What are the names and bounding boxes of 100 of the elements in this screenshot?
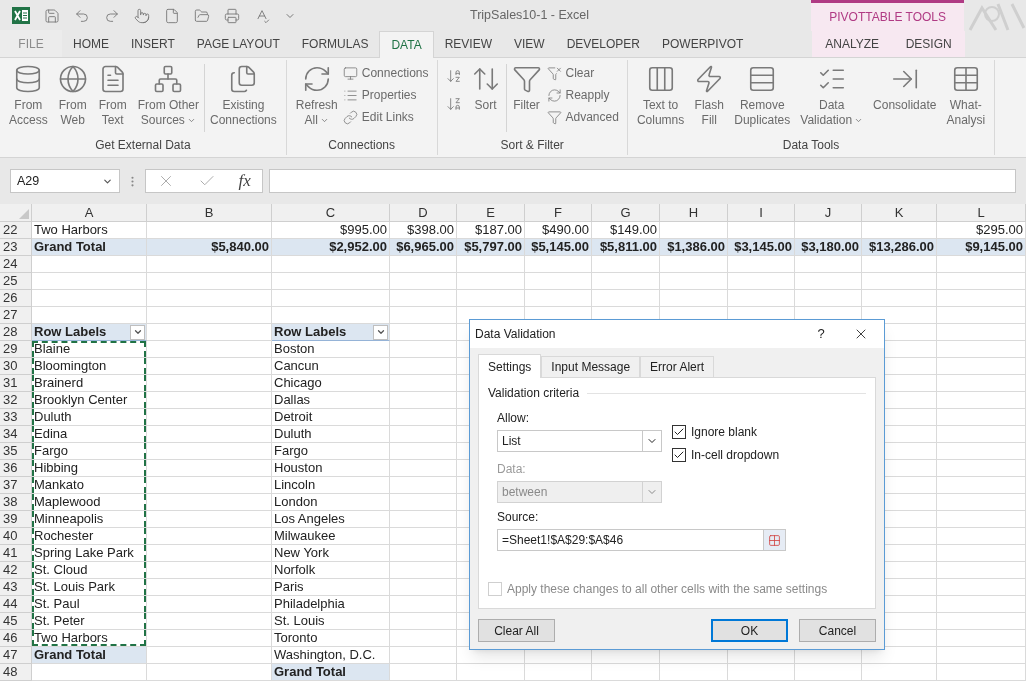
row-number[interactable]: 23	[0, 239, 32, 256]
spell-check-icon[interactable]	[254, 7, 270, 24]
column-header[interactable]: J	[795, 204, 862, 222]
row-number[interactable]: 22	[0, 222, 32, 239]
row-number[interactable]: 40	[0, 528, 32, 545]
ribbon-tab[interactable]: POWERPIVOT	[651, 30, 755, 57]
empty-cell	[795, 256, 862, 273]
redo-icon[interactable]	[104, 7, 120, 24]
row-number[interactable]: 26	[0, 290, 32, 307]
select-all-icon[interactable]	[19, 209, 29, 219]
row-number[interactable]: 30	[0, 358, 32, 375]
ribbon-tab[interactable]: DEVELOPER	[555, 30, 651, 57]
printer-icon[interactable]	[224, 7, 240, 24]
ribbon-button[interactable]: Text to Columns	[631, 60, 690, 136]
ribbon-small-button[interactable]: Clear	[546, 64, 619, 82]
row-number[interactable]: 45	[0, 613, 32, 630]
sort-descending-icon[interactable]	[445, 96, 462, 112]
ribbon-tab[interactable]: HOME	[62, 30, 120, 57]
hand-pointer-icon[interactable]	[134, 7, 150, 24]
spreadsheet-logo-icon[interactable]	[12, 7, 30, 24]
undo-icon[interactable]	[74, 7, 90, 24]
row-number[interactable]: 31	[0, 375, 32, 392]
row-number[interactable]: 38	[0, 494, 32, 511]
row-number[interactable]: 29	[0, 341, 32, 358]
dialog-button[interactable]: Clear All	[478, 619, 555, 642]
ribbon-button[interactable]: From Web	[52, 60, 93, 136]
row-number[interactable]: 34	[0, 426, 32, 443]
ribbon-button[interactable]: From Access	[4, 60, 53, 136]
ribbon-button[interactable]: Data Validation	[795, 60, 869, 136]
column-header[interactable]: G	[592, 204, 660, 222]
ribbon-tab[interactable]: VIEW	[503, 30, 556, 57]
ribbon-button[interactable]: Sort	[465, 60, 506, 136]
ribbon-button[interactable]: Flash Fill	[689, 60, 730, 136]
row-number[interactable]: 32	[0, 392, 32, 409]
row-number[interactable]: 39	[0, 511, 32, 528]
ribbon-tab[interactable]: ANALYZE	[814, 30, 891, 57]
column-header[interactable]: D	[390, 204, 457, 222]
formula-input-field[interactable]	[269, 169, 1016, 193]
ribbon-small-button[interactable]: Advanced	[546, 108, 619, 126]
row-number[interactable]: 24	[0, 256, 32, 273]
ribbon-small-button[interactable]: Reapply	[546, 86, 619, 104]
dialog-tab[interactable]: Input Message	[541, 356, 641, 377]
name-box[interactable]: A29	[10, 169, 120, 193]
row-number[interactable]: 27	[0, 307, 32, 324]
ribbon-button[interactable]: Filter	[506, 60, 547, 136]
ribbon-small-button[interactable]: Connections	[342, 64, 429, 82]
ribbon-button[interactable]: Consolidate	[868, 60, 942, 136]
column-header[interactable]: K	[862, 204, 937, 222]
ribbon-button[interactable]: From Other Sources	[132, 60, 205, 136]
source-field[interactable]: =Sheet1!$A$29:$A$46	[497, 529, 786, 551]
save-icon[interactable]	[44, 7, 60, 24]
row-number[interactable]: 25	[0, 273, 32, 290]
dialog-tab[interactable]: Settings	[478, 354, 542, 378]
row-number[interactable]: 41	[0, 545, 32, 562]
sort-ascending-icon[interactable]	[445, 68, 462, 84]
column-header[interactable]: H	[660, 204, 728, 222]
ribbon-button[interactable]: What- Analysi	[941, 60, 991, 136]
row-number[interactable]: 28	[0, 324, 32, 341]
range-picker-icon[interactable]	[763, 530, 785, 550]
row-number[interactable]: 37	[0, 477, 32, 494]
row-number[interactable]: 35	[0, 443, 32, 460]
new-file-icon[interactable]	[164, 7, 180, 24]
row-number[interactable]: 43	[0, 579, 32, 596]
ribbon-button[interactable]: From Text	[92, 60, 133, 136]
column-header[interactable]: A	[32, 204, 147, 222]
checkbox[interactable]	[672, 448, 686, 462]
allow-dropdown[interactable]: List	[497, 430, 662, 452]
row-number[interactable]: 46	[0, 630, 32, 647]
ribbon-small-button[interactable]: Edit Links	[342, 108, 429, 126]
dialog-button[interactable]: Cancel	[799, 619, 876, 642]
column-header[interactable]: F	[525, 204, 592, 222]
column-header[interactable]: C	[272, 204, 390, 222]
row-number[interactable]: 42	[0, 562, 32, 579]
ribbon-tab[interactable]: REVIEW	[433, 30, 503, 57]
ribbon-small-button[interactable]: Properties	[342, 86, 429, 104]
checkbox[interactable]	[672, 425, 686, 439]
ribbon-button[interactable]: Existing Connections	[205, 60, 282, 136]
ribbon-tab[interactable]: DESIGN	[894, 30, 963, 57]
column-header[interactable]: I	[728, 204, 795, 222]
filter-dropdown-button[interactable]	[130, 324, 145, 340]
dialog-tab[interactable]: Error Alert	[640, 356, 715, 377]
ribbon-button[interactable]: Refresh All	[290, 60, 343, 136]
column-header[interactable]: B	[147, 204, 272, 222]
row-number[interactable]: 47	[0, 647, 32, 664]
ribbon-tab[interactable]: FORMULAS	[290, 30, 380, 57]
dialog-button[interactable]: OK	[711, 619, 788, 642]
ribbon-tab[interactable]: DATA	[379, 31, 434, 58]
insert-function-button[interactable]: fx	[238, 168, 251, 194]
row-number[interactable]: 48	[0, 664, 32, 681]
filter-dropdown-button[interactable]	[373, 324, 388, 340]
column-header[interactable]: L	[937, 204, 1026, 222]
row-number[interactable]: 44	[0, 596, 32, 613]
row-number[interactable]: 36	[0, 460, 32, 477]
folder-icon[interactable]	[194, 7, 210, 24]
help-button[interactable]: ?	[804, 324, 838, 344]
ribbon-tab[interactable]: INSERT	[120, 30, 186, 57]
column-header[interactable]: E	[457, 204, 525, 222]
ribbon-button[interactable]: Remove Duplicates	[729, 60, 796, 136]
row-number[interactable]: 33	[0, 409, 32, 426]
ribbon-tab[interactable]: PAGE LAYOUT	[185, 30, 291, 57]
